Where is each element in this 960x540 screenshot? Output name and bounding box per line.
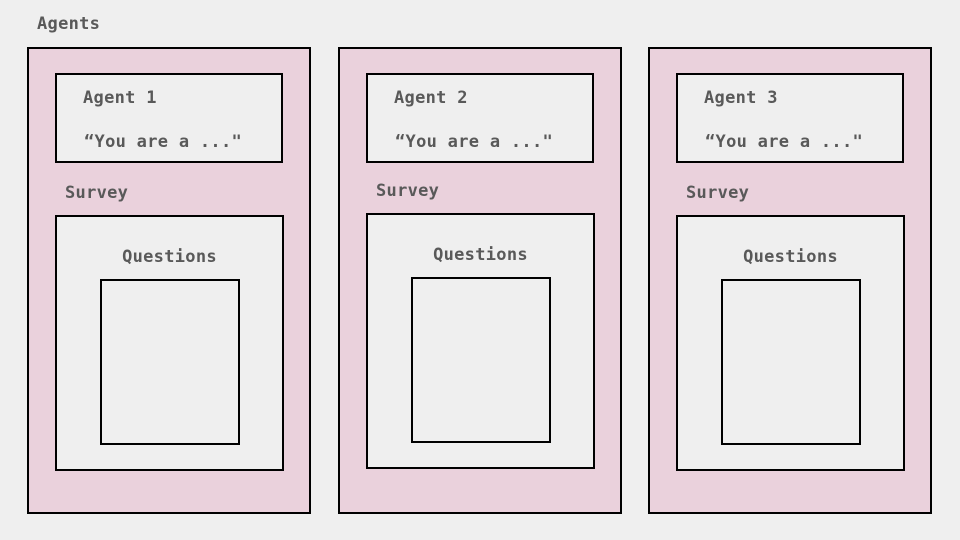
survey-label: Survey [376,181,440,201]
agent-card: Agent 1 “You are a ..." [55,73,283,163]
questions-box [100,279,240,445]
agent-name: Agent 1 [83,88,157,108]
survey-label: Survey [65,183,129,203]
diagram-title: Agents [37,14,101,34]
questions-box [411,277,551,443]
agent-prompt: “You are a ..." [395,132,554,152]
agent-card: Agent 3 “You are a ..." [676,73,904,163]
agent-card: Agent 2 “You are a ..." [366,73,594,163]
agent-name: Agent 2 [394,88,468,108]
survey-label: Survey [686,183,750,203]
agent-column-3: Agent 3 “You are a ..." Survey Questions [648,47,932,514]
agent-prompt: “You are a ..." [84,132,243,152]
agent-column-2: Agent 2 “You are a ..." Survey Questions [338,47,622,514]
survey-box: Questions [676,215,905,471]
questions-label: Questions [122,247,217,267]
questions-label: Questions [433,245,528,265]
survey-box: Questions [55,215,284,471]
agent-prompt: “You are a ..." [705,132,864,152]
agent-column-1: Agent 1 “You are a ..." Survey Questions [27,47,311,514]
survey-box: Questions [366,213,595,469]
agent-name: Agent 3 [704,88,778,108]
questions-label: Questions [743,247,838,267]
questions-box [721,279,861,445]
